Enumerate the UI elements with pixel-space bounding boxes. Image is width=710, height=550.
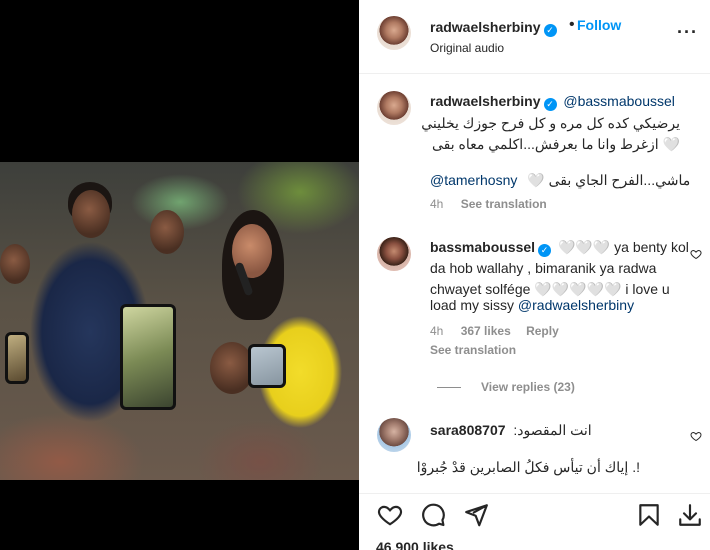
more-horizontal-icon[interactable]: ··· — [677, 22, 698, 43]
comment-text: 🤍🤍🤍 ya benty kol — [557, 239, 689, 255]
comment-text: يرضيكي كده كل مره و كل فرح جوزك يخليني — [421, 115, 680, 131]
comment-icon[interactable] — [420, 502, 446, 528]
verified-icon: ✓ — [538, 244, 552, 257]
comment-meta: 4h 367 likes Reply — [430, 324, 559, 338]
phone-screen — [5, 332, 29, 384]
heart-icon[interactable] — [690, 430, 702, 442]
comment-text-row: @tamerhosny 🤍 ماشي...الفرح الجاي بقى — [430, 172, 690, 189]
view-replies-label[interactable]: View replies (23) — [481, 380, 575, 394]
avatar[interactable] — [377, 418, 411, 452]
follow-button[interactable]: Follow — [577, 17, 621, 33]
comment-header: bassmaboussel ✓ 🤍🤍🤍 ya benty kol — [430, 239, 689, 257]
mention-link[interactable]: @bassmaboussel — [563, 93, 675, 109]
person-head — [150, 210, 184, 254]
reply-button[interactable]: Reply — [526, 324, 559, 338]
comment-time: 4h — [430, 197, 444, 211]
send-icon[interactable] — [463, 502, 489, 528]
comment-text-row: load my sissy @radwaelsherbiny — [430, 297, 634, 313]
phone-screen — [120, 304, 176, 410]
person-head — [0, 244, 30, 284]
comments-list[interactable]: radwaelsherbiny ✓ @bassmaboussel يرضيكي ك… — [359, 75, 710, 493]
see-translation-link[interactable]: See translation — [430, 343, 516, 357]
comment-likes[interactable]: 367 likes — [461, 324, 511, 338]
heart-icon[interactable] — [690, 248, 702, 260]
comment-username[interactable]: sara808707 — [430, 422, 506, 438]
person-head — [72, 190, 110, 238]
post-viewer: radwaelsherbiny ✓ • Follow Original audio… — [0, 0, 710, 550]
comment-text: chwayet solfége 🤍🤍🤍🤍🤍 i love u — [430, 281, 670, 297]
view-replies-toggle[interactable]: View replies (23) — [437, 380, 575, 394]
action-bar — [359, 493, 710, 533]
likes-count[interactable]: 46,900 likes — [376, 539, 454, 550]
comment-meta: 4h See translation — [430, 197, 547, 211]
side-panel: radwaelsherbiny ✓ • Follow Original audio… — [359, 0, 710, 550]
avatar[interactable] — [377, 16, 411, 50]
comment-text: 🤍 ازغرط وانا ما بعرفش...اكلمي معاه بقى — [431, 136, 680, 152]
mention-link[interactable]: @radwaelsherbiny — [518, 297, 634, 313]
comment-text: load my sissy — [430, 297, 515, 313]
avatar[interactable] — [377, 237, 411, 271]
post-header: radwaelsherbiny ✓ • Follow Original audio… — [359, 0, 710, 74]
comment-header: radwaelsherbiny ✓ @bassmaboussel — [430, 93, 675, 111]
header-username[interactable]: radwaelsherbiny — [430, 19, 541, 35]
comment-header: sara808707 انت المقصود: — [430, 422, 592, 439]
see-translation-link[interactable]: See translation — [461, 197, 547, 211]
heart-icon[interactable] — [377, 502, 403, 528]
media-area — [0, 0, 359, 550]
mention-link[interactable]: @tamerhosny — [430, 172, 517, 188]
video-player[interactable] — [0, 162, 359, 480]
comment-text: انت المقصود: — [513, 422, 592, 438]
comment-text: da hob wallahy , bimaranik ya radwa — [430, 260, 657, 276]
replies-divider — [437, 386, 461, 388]
audio-label[interactable]: Original audio — [430, 41, 504, 55]
download-icon[interactable] — [677, 502, 703, 528]
verified-icon: ✓ — [543, 98, 557, 111]
comment-text: !. إياك أن تيأس فكلُ الصابرين قدْ جُبروْ… — [416, 459, 640, 475]
header-username-row: radwaelsherbiny ✓ — [430, 19, 557, 37]
comment-text: 🤍 ماشي...الفرح الجاي بقى — [527, 172, 691, 188]
separator-dot: • — [569, 16, 575, 33]
verified-icon: ✓ — [543, 24, 557, 37]
bookmark-icon[interactable] — [636, 502, 662, 528]
comment-username[interactable]: radwaelsherbiny — [430, 93, 541, 109]
comment-time: 4h — [430, 324, 444, 338]
comment-username[interactable]: bassmaboussel — [430, 239, 535, 255]
avatar[interactable] — [377, 91, 411, 125]
phone-screen — [248, 344, 286, 388]
